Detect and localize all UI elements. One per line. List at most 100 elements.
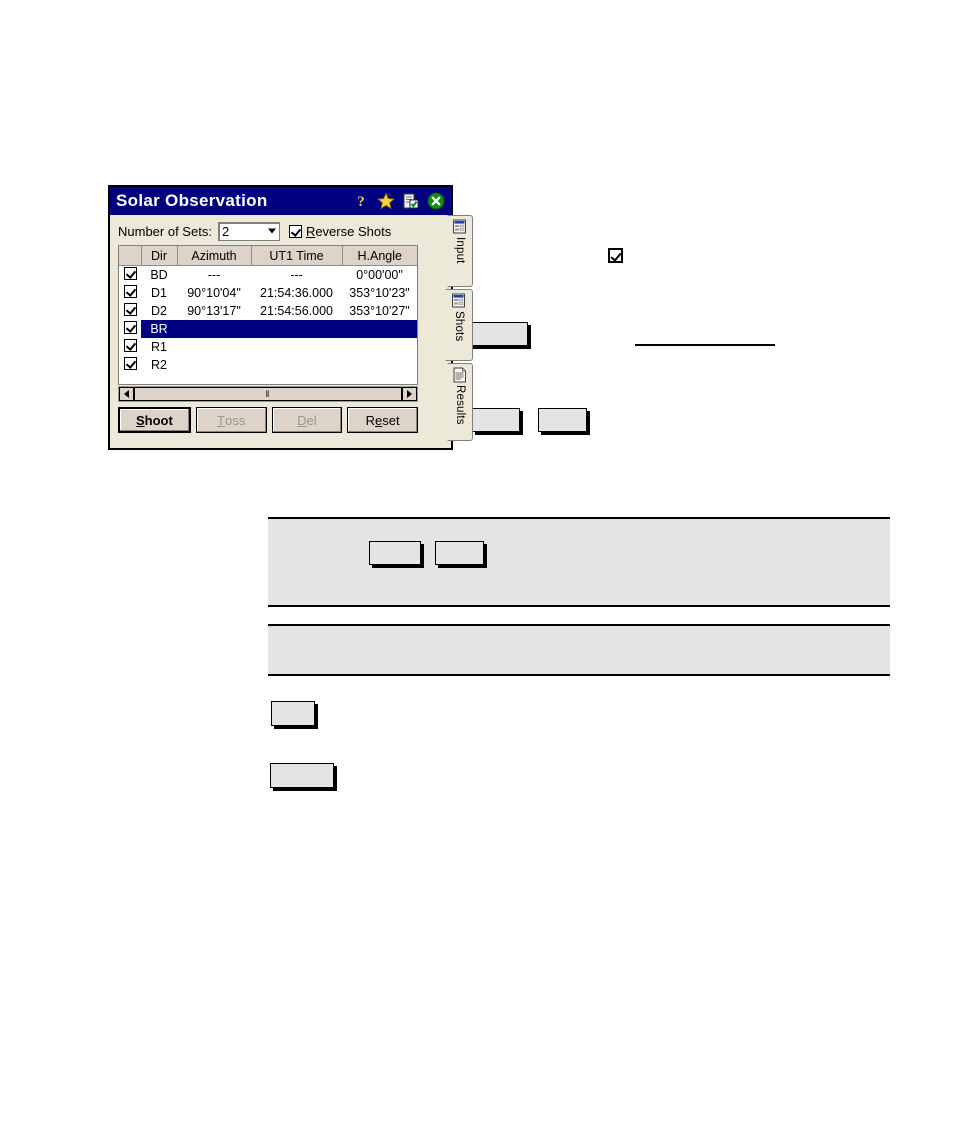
tab-shots-label: Shots	[453, 311, 465, 342]
col-header-h-angle[interactable]: H.Angle	[342, 246, 417, 266]
reset-button[interactable]: Re set	[347, 407, 418, 433]
close-icon[interactable]	[427, 192, 445, 210]
shoot-accel: S	[135, 412, 145, 428]
row-azimuth	[177, 356, 251, 374]
shoot-button[interactable]: Shoot	[118, 407, 191, 433]
table-row[interactable]: R2	[119, 356, 417, 374]
row-checkbox[interactable]	[123, 285, 137, 298]
redaction-box-5	[435, 541, 484, 565]
row-checkbox-cell[interactable]	[119, 266, 141, 285]
tab-input-label: Input	[454, 237, 466, 264]
reverse-shots-accel: R	[305, 223, 316, 239]
vertical-tab-strip: Input Shots Results	[445, 215, 473, 441]
reverse-shots-checkbox[interactable]: Reverse Shots	[288, 224, 391, 239]
reset-rest: set	[382, 412, 400, 428]
redaction-box-7	[270, 763, 334, 788]
tab-input[interactable]: Input	[447, 215, 473, 287]
favorites-star-icon[interactable]	[377, 192, 395, 210]
row-hangle	[342, 356, 417, 374]
tab-results-label: Results	[454, 385, 466, 425]
col-header-dir[interactable]: Dir	[141, 246, 178, 266]
table-row[interactable]: D1 90°10'04" 21:54:36.000 353°10'23"	[119, 284, 417, 302]
row-checkbox[interactable]	[123, 303, 137, 316]
document-check-icon[interactable]	[402, 192, 420, 210]
toss-button[interactable]: Toss	[195, 407, 267, 433]
row-ut1: 21:54:56.000	[260, 304, 333, 318]
reset-prefix: R	[365, 412, 376, 428]
solar-observation-window: Solar Observation ? Number of Sets: 2 Re…	[108, 185, 473, 450]
arrow-right-icon	[407, 390, 412, 398]
col-header-azimuth[interactable]: Azimuth	[177, 246, 252, 266]
chevron-down-icon	[267, 228, 276, 234]
row-checkbox[interactable]	[123, 321, 137, 334]
number-of-sets-value: 2	[221, 223, 230, 239]
row-hangle: 0°00'00"	[356, 268, 403, 282]
help-icon[interactable]: ?	[352, 192, 370, 210]
form-icon	[452, 219, 468, 235]
del-accel: D	[297, 412, 307, 428]
reset-accel: e	[375, 412, 383, 428]
row-dir: R1	[151, 340, 167, 354]
redaction-box-3	[538, 408, 587, 432]
shots-table-body: BD --- --- 0°00'00" D1 90°10'04" 21:54:3…	[119, 266, 417, 375]
shots-table: Dir Azimuth UT1 Time H.Angle BD --- --- …	[119, 246, 417, 374]
number-of-sets-label: Number of Sets:	[118, 223, 212, 239]
toss-accel: T	[217, 412, 225, 428]
grid-horizontal-scrollbar[interactable]: ‖	[118, 386, 418, 402]
row-checkbox-cell[interactable]	[119, 302, 141, 320]
row-dir: R2	[151, 358, 167, 372]
redaction-box-1	[470, 322, 528, 346]
svg-text:?: ?	[357, 194, 365, 210]
row-azimuth	[177, 320, 251, 338]
row-checkbox[interactable]	[123, 339, 137, 352]
row-ut1	[251, 320, 342, 338]
row-hangle	[342, 338, 417, 356]
row-dir: D2	[151, 304, 167, 318]
col-header-ut1-time[interactable]: UT1 Time	[251, 246, 343, 266]
row-hangle	[342, 320, 417, 338]
row-azimuth: ---	[207, 268, 221, 282]
scroll-right-button[interactable]	[402, 387, 417, 401]
scrollbar-thumb[interactable]: ‖	[134, 387, 402, 401]
row-checkbox-cell[interactable]	[119, 356, 141, 374]
table-row-selected[interactable]: BR	[119, 320, 417, 338]
table-row[interactable]: D2 90°13'17" 21:54:56.000 353°10'27"	[119, 302, 417, 320]
row-checkbox-cell[interactable]	[119, 320, 141, 338]
redaction-box-6	[271, 701, 315, 726]
shoot-rest: hoot	[144, 412, 173, 428]
row-checkbox[interactable]	[123, 267, 137, 280]
del-button[interactable]: Del	[271, 407, 343, 433]
scroll-left-button[interactable]	[119, 387, 134, 401]
underline-rule	[635, 344, 775, 346]
window-titlebar: Solar Observation ?	[110, 187, 451, 215]
col-header-check[interactable]	[119, 246, 142, 266]
sets-control-row: Number of Sets: 2 Reverse Shots	[118, 219, 418, 243]
window-title: Solar Observation	[116, 191, 268, 210]
standalone-checkbox-glyph	[608, 248, 623, 263]
number-of-sets-combo[interactable]: 2	[217, 221, 280, 241]
tab-results[interactable]: Results	[447, 363, 473, 441]
row-azimuth: 90°10'04"	[187, 286, 241, 300]
table-row[interactable]: BD --- --- 0°00'00"	[119, 266, 417, 285]
arrow-left-icon	[124, 390, 129, 398]
row-checkbox[interactable]	[123, 357, 137, 370]
tab-shots[interactable]: Shots	[445, 289, 473, 361]
reverse-shots-label: Reverse Shots	[306, 224, 391, 239]
row-ut1	[251, 338, 342, 356]
row-ut1	[251, 356, 342, 374]
row-checkbox-cell[interactable]	[119, 284, 141, 302]
toss-rest: oss	[224, 412, 246, 428]
redaction-box-2	[472, 408, 520, 432]
table-header-row: Dir Azimuth UT1 Time H.Angle	[119, 246, 417, 266]
row-hangle: 353°10'23"	[349, 286, 410, 300]
row-checkbox-cell[interactable]	[119, 338, 141, 356]
table-row[interactable]: R1	[119, 338, 417, 356]
report-icon	[452, 367, 468, 383]
redaction-box-4	[369, 541, 421, 565]
row-hangle: 353°10'27"	[349, 304, 410, 318]
reverse-shots-check-box[interactable]	[288, 224, 302, 238]
row-ut1: 21:54:36.000	[260, 286, 333, 300]
del-rest: el	[306, 412, 317, 428]
shots-grid[interactable]: Dir Azimuth UT1 Time H.Angle BD --- --- …	[118, 245, 418, 385]
row-dir: D1	[151, 286, 167, 300]
